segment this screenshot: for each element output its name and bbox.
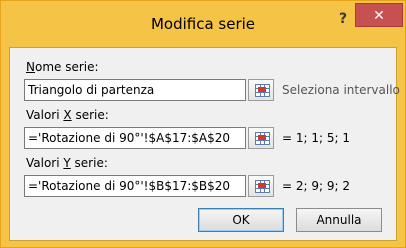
series-name-label: Nome serie: — [26, 60, 99, 74]
y-values-result: = 2; 9; 9; 2 — [282, 179, 350, 193]
cancel-button[interactable]: Annulla — [296, 208, 382, 232]
close-button[interactable]: ✕ — [355, 3, 403, 27]
y-values-input[interactable]: ='Rotazione di 90°'!$B$17:$B$20 — [24, 175, 246, 197]
x-values-range-button[interactable] — [248, 127, 274, 149]
x-values-label: Valori X serie: — [26, 108, 109, 122]
help-button[interactable]: ? — [332, 9, 354, 29]
dialog-window: Modifica serie ? ✕ Nome serie: Triangolo… — [0, 0, 406, 248]
select-range-hint: Seleziona intervallo — [282, 83, 400, 97]
x-values-result: = 1; 1; 5; 1 — [282, 131, 350, 145]
close-icon: ✕ — [373, 8, 385, 24]
title-bar[interactable]: Modifica serie ? ✕ — [1, 1, 405, 47]
dialog-body: Nome serie: Triangolo di partenza Selezi… — [9, 47, 400, 241]
y-values-label: Valori Y serie: — [26, 156, 108, 170]
series-name-range-button[interactable] — [248, 79, 274, 101]
x-values-input[interactable]: ='Rotazione di 90°'!$A$17:$A$20 — [24, 127, 246, 149]
y-values-range-button[interactable] — [248, 175, 274, 197]
ok-button[interactable]: OK — [198, 208, 284, 232]
series-name-input[interactable]: Triangolo di partenza — [24, 79, 246, 101]
